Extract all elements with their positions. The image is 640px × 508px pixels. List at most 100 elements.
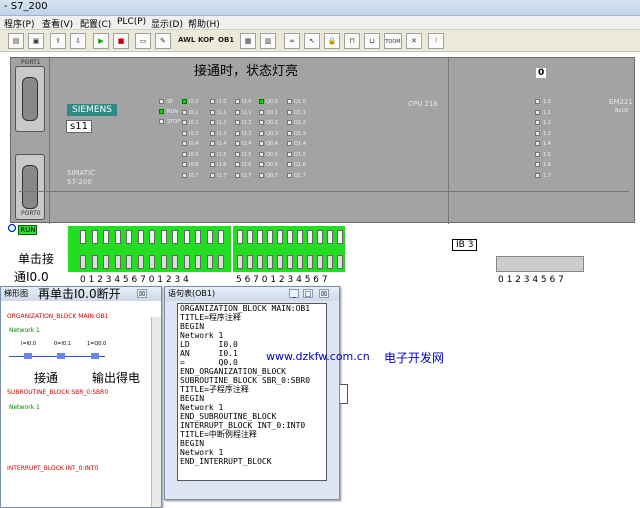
input-switch[interactable] bbox=[91, 230, 98, 244]
input-switch-lower[interactable] bbox=[160, 255, 167, 269]
input-switch[interactable] bbox=[307, 230, 313, 244]
input-switch[interactable] bbox=[297, 230, 303, 244]
download-icon[interactable]: ⇩ bbox=[70, 33, 86, 49]
input-switch[interactable] bbox=[103, 230, 109, 244]
input-switch-lower[interactable] bbox=[149, 255, 155, 269]
chart-icon[interactable]: ▥ bbox=[260, 33, 276, 49]
input-switch-lower[interactable] bbox=[247, 255, 253, 269]
kop-button[interactable]: KOP bbox=[198, 36, 214, 44]
ladder-close-button[interactable]: ☒ bbox=[137, 289, 147, 298]
io-led bbox=[182, 162, 187, 167]
input-switch[interactable] bbox=[172, 230, 178, 244]
io-led bbox=[182, 120, 187, 125]
input-switch[interactable] bbox=[218, 230, 224, 244]
input-switch[interactable] bbox=[257, 230, 263, 244]
ladder-contact-1[interactable] bbox=[24, 353, 32, 359]
siemens-logo: SIEMENS bbox=[67, 104, 117, 116]
input-switch[interactable] bbox=[237, 230, 243, 244]
menu-program[interactable]: 程序(P) bbox=[4, 17, 34, 30]
io-led-label: I0.1 bbox=[189, 109, 199, 116]
menu-plc[interactable]: PLC(P) bbox=[117, 17, 146, 27]
io-led bbox=[182, 130, 187, 136]
menu-help[interactable]: 帮助(H) bbox=[188, 17, 220, 30]
stop-icon[interactable]: ■ bbox=[113, 33, 129, 49]
stl-close-button[interactable]: ☒ bbox=[319, 289, 329, 298]
stl-maximize-button[interactable]: □ bbox=[303, 289, 313, 298]
input-switch[interactable] bbox=[114, 230, 121, 244]
switch-numbers-b: 5 6 7 0 1 2 3 4 5 6 7 bbox=[236, 275, 328, 285]
input-switch-lower[interactable] bbox=[317, 255, 323, 269]
input-switch[interactable] bbox=[317, 230, 323, 244]
ladder-scrollbar[interactable] bbox=[151, 317, 161, 507]
table-icon[interactable]: ▦ bbox=[240, 33, 256, 49]
stl-minimize-button[interactable]: _ bbox=[289, 289, 299, 298]
input-switch-lower[interactable] bbox=[267, 255, 273, 269]
input-switch-lower[interactable] bbox=[337, 255, 343, 269]
edit-icon[interactable]: ✎ bbox=[155, 33, 171, 49]
input-switch-lower[interactable] bbox=[327, 255, 333, 269]
io-led bbox=[259, 99, 264, 104]
upload-icon[interactable]: ⇪ bbox=[50, 33, 66, 49]
io-led bbox=[182, 151, 187, 157]
monitor-icon[interactable]: ▭ bbox=[135, 33, 151, 49]
input-switch-lower[interactable] bbox=[137, 255, 144, 269]
em-led bbox=[535, 151, 540, 157]
input-switch-lower[interactable] bbox=[183, 255, 190, 269]
input-switch[interactable] bbox=[267, 230, 273, 244]
toom-button[interactable]: TOOM bbox=[384, 33, 402, 49]
ladder-coil[interactable] bbox=[91, 353, 99, 359]
help-icon[interactable]: ? bbox=[428, 33, 444, 49]
input-switch-lower[interactable] bbox=[195, 255, 201, 269]
input-switch-lower[interactable] bbox=[277, 255, 283, 269]
input-switch[interactable] bbox=[247, 230, 253, 244]
input-switch-lower[interactable] bbox=[237, 255, 243, 269]
input-switch-lower[interactable] bbox=[91, 255, 98, 269]
input-switch-lower[interactable] bbox=[206, 255, 213, 269]
stl-code-area[interactable]: ORGANIZATION_BLOCK MAIN:OB1 TITLE=程序注释 BEG… bbox=[177, 303, 327, 481]
cursor-icon[interactable]: ↖ bbox=[304, 33, 320, 49]
input-switch-lower[interactable] bbox=[80, 255, 86, 269]
input-switch[interactable] bbox=[149, 230, 155, 244]
input-switch[interactable] bbox=[126, 230, 132, 244]
ib-label: IB 3 bbox=[452, 239, 478, 251]
input-switch[interactable] bbox=[337, 230, 343, 244]
ladder-contact-2[interactable] bbox=[57, 353, 65, 359]
input-switch-lower[interactable] bbox=[103, 255, 109, 269]
input-switch[interactable] bbox=[327, 230, 333, 244]
awl-button[interactable]: AWL bbox=[178, 36, 195, 44]
input-switch-lower[interactable] bbox=[218, 255, 224, 269]
menu-view[interactable]: 查看(V) bbox=[42, 17, 73, 30]
input-switch-lower[interactable] bbox=[297, 255, 303, 269]
input-switch[interactable] bbox=[277, 230, 283, 244]
lock-open-icon[interactable]: ⊔ bbox=[364, 33, 380, 49]
input-switch-lower[interactable] bbox=[126, 255, 132, 269]
lock-icon[interactable]: 🔒 bbox=[324, 33, 340, 49]
port1-label: PORT1 bbox=[21, 59, 41, 66]
input-switch-lower[interactable] bbox=[257, 255, 263, 269]
input-switch-lower[interactable] bbox=[172, 255, 178, 269]
tools-icon[interactable]: ✕ bbox=[406, 33, 422, 49]
input-switch[interactable] bbox=[137, 230, 144, 244]
input-switch[interactable] bbox=[183, 230, 190, 244]
input-switch[interactable] bbox=[160, 230, 167, 244]
io-led bbox=[259, 120, 264, 125]
input-switch-lower[interactable] bbox=[287, 255, 293, 269]
input-switch[interactable] bbox=[287, 230, 293, 244]
io-led bbox=[182, 109, 187, 115]
ob1-button[interactable]: OB1 bbox=[218, 36, 234, 44]
menu-display[interactable]: 显示(D) bbox=[151, 17, 183, 30]
glasses-icon[interactable]: ∞ bbox=[284, 33, 300, 49]
input-switch[interactable] bbox=[80, 230, 86, 244]
port1 bbox=[15, 66, 45, 132]
run-icon[interactable]: ▶ bbox=[93, 33, 109, 49]
input-switch-lower[interactable] bbox=[114, 255, 121, 269]
input-switch[interactable] bbox=[195, 230, 201, 244]
input-switch[interactable] bbox=[206, 230, 213, 244]
padlock-icon[interactable]: ⊓ bbox=[344, 33, 360, 49]
save-icon[interactable]: ▣ bbox=[28, 33, 44, 49]
em-led-label: 1.7 bbox=[543, 172, 551, 179]
io-led bbox=[259, 141, 264, 146]
input-switch-lower[interactable] bbox=[307, 255, 313, 269]
open-icon[interactable]: ▤ bbox=[8, 33, 24, 49]
menu-config[interactable]: 配置(C) bbox=[80, 17, 111, 30]
